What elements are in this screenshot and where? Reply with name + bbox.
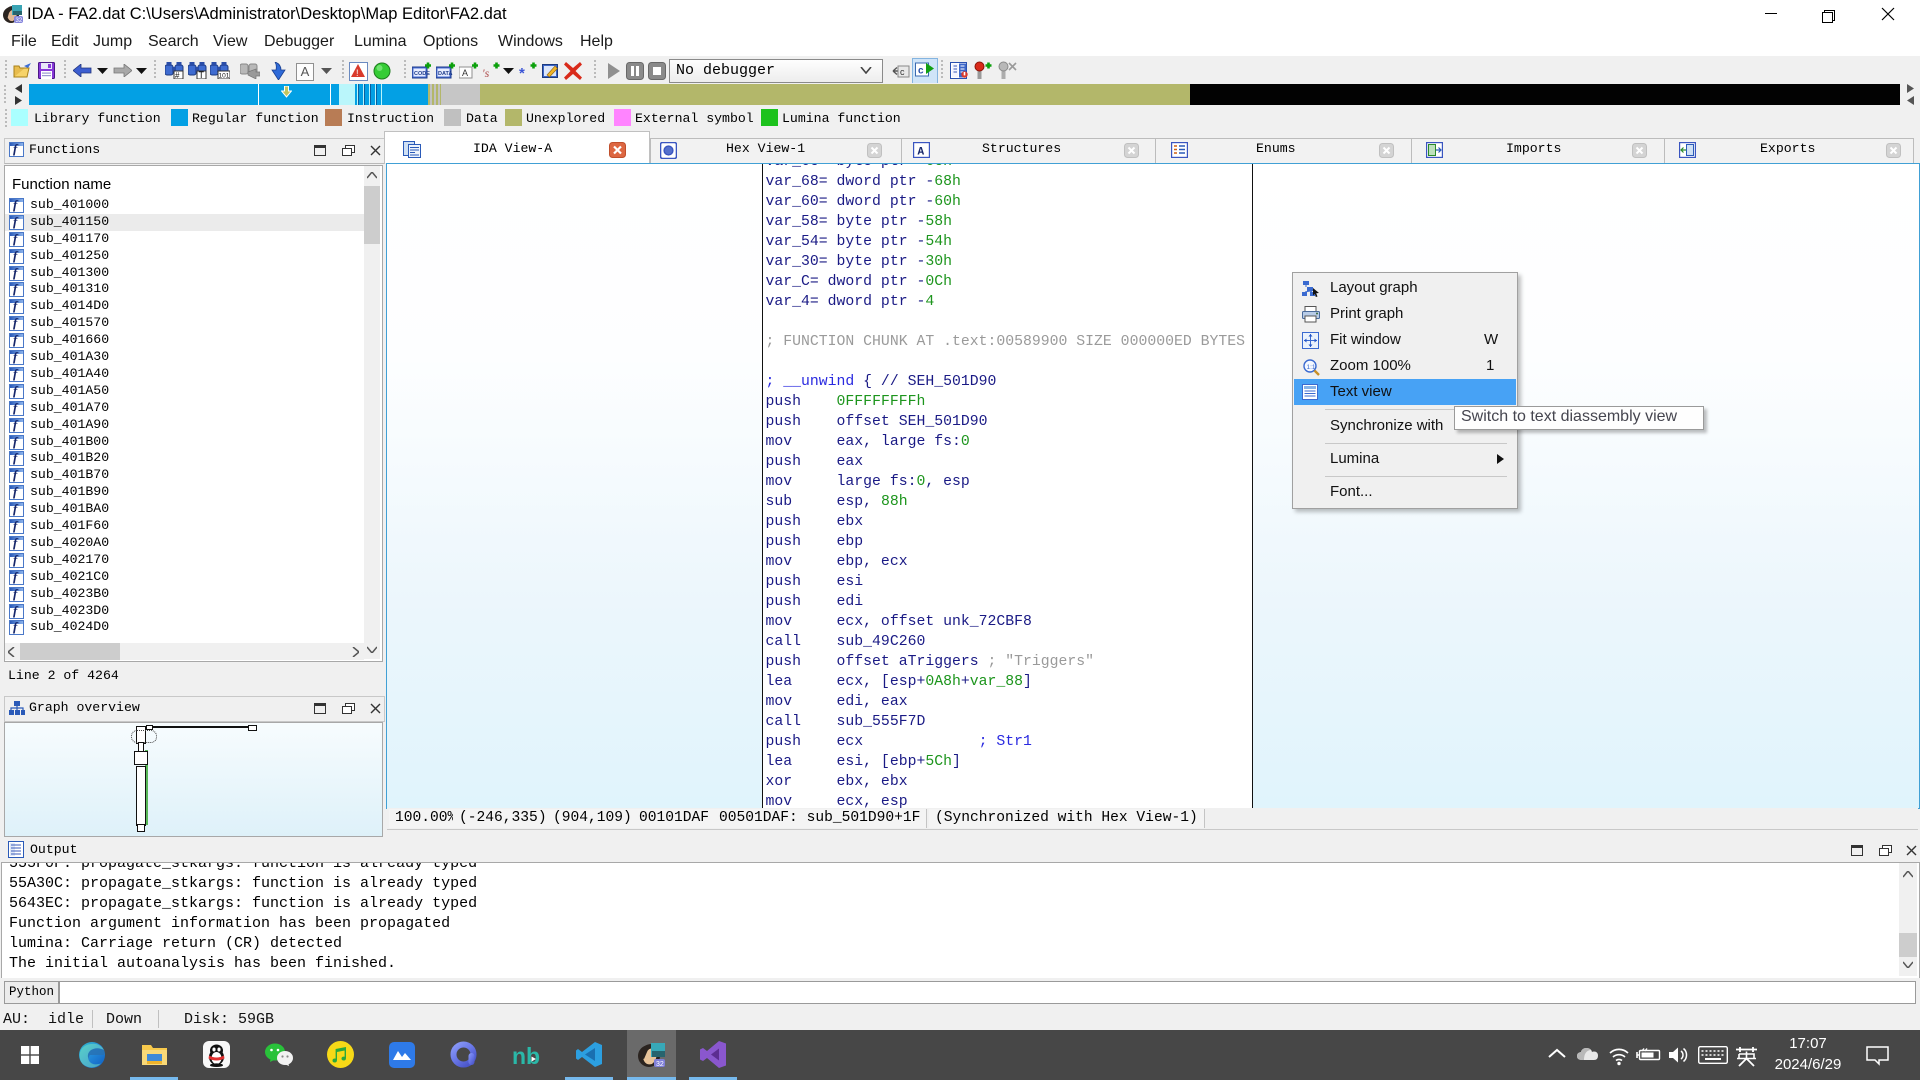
svg-text:DATA: DATA [438,71,452,77]
svg-text:A: A [918,147,925,159]
svg-text:A: A [462,68,468,78]
svg-text:T: T [199,70,205,79]
svg-text:32: 32 [656,1061,664,1068]
svg-text:101: 101 [219,73,230,80]
svg-text:nb: nb [512,1043,540,1068]
svg-text:#: # [175,71,180,79]
svg-text:'s: 's [482,66,490,80]
svg-text:!: ! [356,68,359,77]
svg-text:c: c [900,67,905,77]
svg-text:1:1: 1:1 [1307,364,1316,371]
svg-text:32: 32 [16,18,23,24]
svg-text:*: * [519,65,525,81]
svg-text:CODE: CODE [414,71,430,77]
svg-text:c: c [918,66,924,77]
